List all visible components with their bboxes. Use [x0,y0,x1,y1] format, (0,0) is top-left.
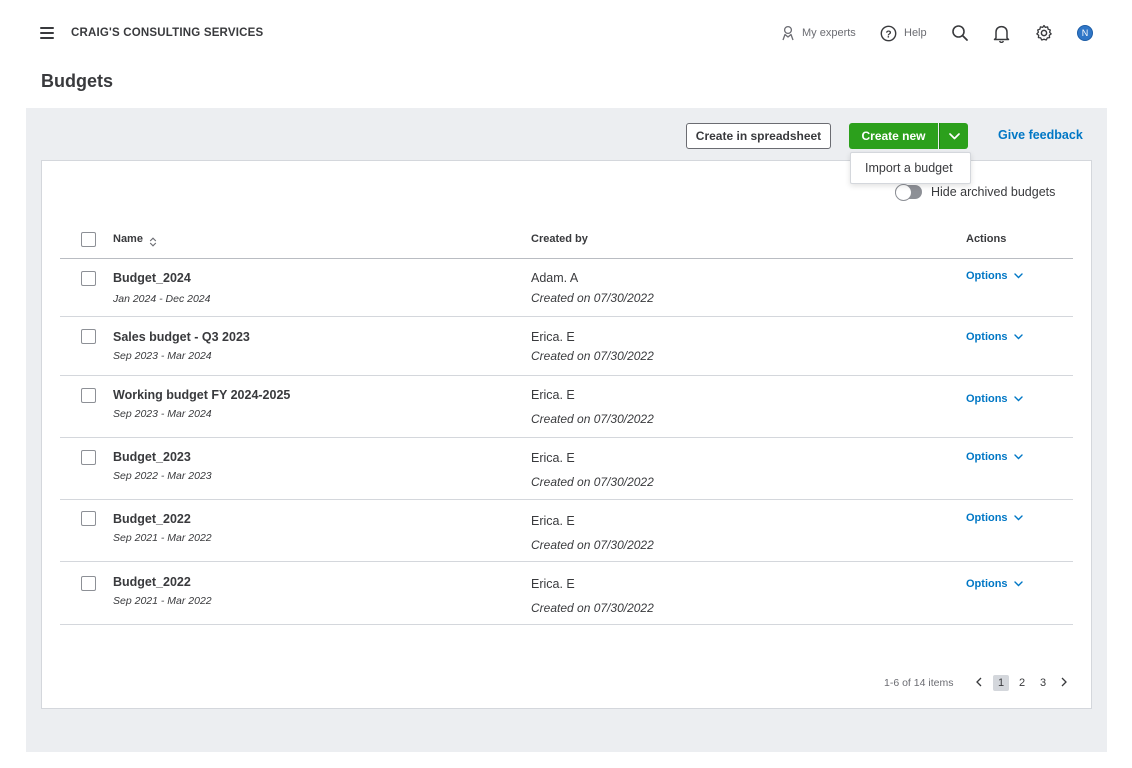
row-checkbox[interactable] [81,271,96,286]
created-on: Created on 07/30/2022 [531,291,654,305]
chevron-right-icon [1061,677,1067,690]
import-budget-menu-item[interactable]: Import a budget [850,152,971,184]
hide-archived-filter: Hide archived budgets [895,184,1056,201]
created-on: Created on 07/30/2022 [531,412,654,426]
row-divider [60,375,1073,376]
created-on: Created on 07/30/2022 [531,475,654,489]
chevron-down-icon [1013,331,1023,343]
hide-archived-label: Hide archived budgets [931,185,1056,199]
chevron-down-icon [1013,578,1023,590]
bell-icon [993,24,1010,43]
my-experts-label: My experts [802,27,856,39]
budget-name[interactable]: Budget_2022 [113,512,191,526]
row-checkbox[interactable] [81,450,96,465]
column-header-actions: Actions [966,233,1007,245]
column-header-created-by: Created by [531,233,588,245]
row-checkbox[interactable] [81,388,96,403]
options-label: Options [966,331,1008,343]
sort-icon[interactable] [149,234,157,252]
hamburger-menu-icon[interactable] [40,27,54,39]
created-by: Erica. E [531,451,575,465]
budget-name[interactable]: Budget_2023 [113,450,191,464]
my-experts-button[interactable]: My experts [781,22,856,44]
row-options-button[interactable]: Options [966,451,1023,463]
create-in-spreadsheet-button[interactable]: Create in spreadsheet [686,123,831,149]
created-by: Erica. E [531,388,575,402]
avatar: N [1077,25,1093,41]
chevron-down-icon [948,127,960,145]
chevron-down-icon [1013,512,1023,524]
budget-name[interactable]: Working budget FY 2024-2025 [113,388,290,402]
help-button[interactable]: ? Help [880,22,927,44]
budget-name[interactable]: Budget_2022 [113,575,191,589]
chevron-down-icon [1013,270,1023,282]
column-header-name[interactable]: Name [113,233,143,245]
top-bar: CRAIG'S CONSULTING SERVICES My experts ?… [0,0,1132,66]
row-options-button[interactable]: Options [966,331,1023,343]
chevron-left-icon [976,677,982,690]
previous-page-button[interactable] [973,675,985,691]
row-checkbox[interactable] [81,576,96,591]
options-label: Options [966,512,1008,524]
hide-archived-toggle[interactable] [895,184,922,201]
row-options-button[interactable]: Options [966,512,1023,524]
notifications-button[interactable] [993,22,1010,44]
row-divider [60,561,1073,562]
table-header-divider [60,258,1073,259]
help-label: Help [904,27,927,39]
page-1-button[interactable]: 1 [993,675,1009,691]
help-circle-icon: ? [880,25,897,42]
row-options-button[interactable]: Options [966,393,1023,405]
next-page-button[interactable] [1058,675,1070,691]
svg-text:?: ? [885,29,891,40]
pagination-info: 1-6 of 14 items [884,677,954,689]
options-label: Options [966,270,1008,282]
created-by: Adam. A [531,271,579,285]
budget-period: Sep 2022 - Mar 2023 [113,470,212,482]
row-checkbox[interactable] [81,329,96,344]
search-button[interactable] [951,22,969,44]
give-feedback-link[interactable]: Give feedback [998,128,1083,142]
select-all-checkbox[interactable] [81,232,96,247]
page-title: Budgets [41,71,113,91]
options-label: Options [966,393,1008,405]
chevron-down-icon [1013,393,1023,405]
options-label: Options [966,451,1008,463]
budget-period: Sep 2021 - Mar 2022 [113,532,212,544]
created-on: Created on 07/30/2022 [531,349,654,363]
options-label: Options [966,578,1008,590]
page-3-button[interactable]: 3 [1036,675,1050,691]
create-new-button[interactable]: Create new [849,123,938,149]
company-name: CRAIG'S CONSULTING SERVICES [71,27,264,39]
search-icon [951,24,969,42]
settings-button[interactable] [1035,22,1053,44]
row-options-button[interactable]: Options [966,578,1023,590]
budget-name[interactable]: Budget_2024 [113,271,191,285]
row-options-button[interactable]: Options [966,270,1023,282]
created-on: Created on 07/30/2022 [531,538,654,552]
budget-name[interactable]: Sales budget - Q3 2023 [113,330,250,344]
row-checkbox[interactable] [81,511,96,526]
expert-person-icon [781,25,795,41]
row-divider [60,316,1073,317]
created-by: Erica. E [531,577,575,591]
page-2-button[interactable]: 2 [1015,675,1029,691]
budget-period: Jan 2024 - Dec 2024 [113,293,211,305]
budget-period: Sep 2023 - Mar 2024 [113,408,212,420]
created-by: Erica. E [531,514,575,528]
chevron-down-icon [1013,451,1023,463]
created-on: Created on 07/30/2022 [531,601,654,615]
budget-period: Sep 2023 - Mar 2024 [113,350,212,362]
row-divider [60,624,1073,625]
row-divider [60,499,1073,500]
created-by: Erica. E [531,330,575,344]
create-new-dropdown-toggle[interactable] [939,123,968,149]
account-avatar-button[interactable]: N [1077,22,1093,44]
row-divider [60,437,1073,438]
gear-icon [1035,24,1053,42]
budget-period: Sep 2021 - Mar 2022 [113,595,212,607]
